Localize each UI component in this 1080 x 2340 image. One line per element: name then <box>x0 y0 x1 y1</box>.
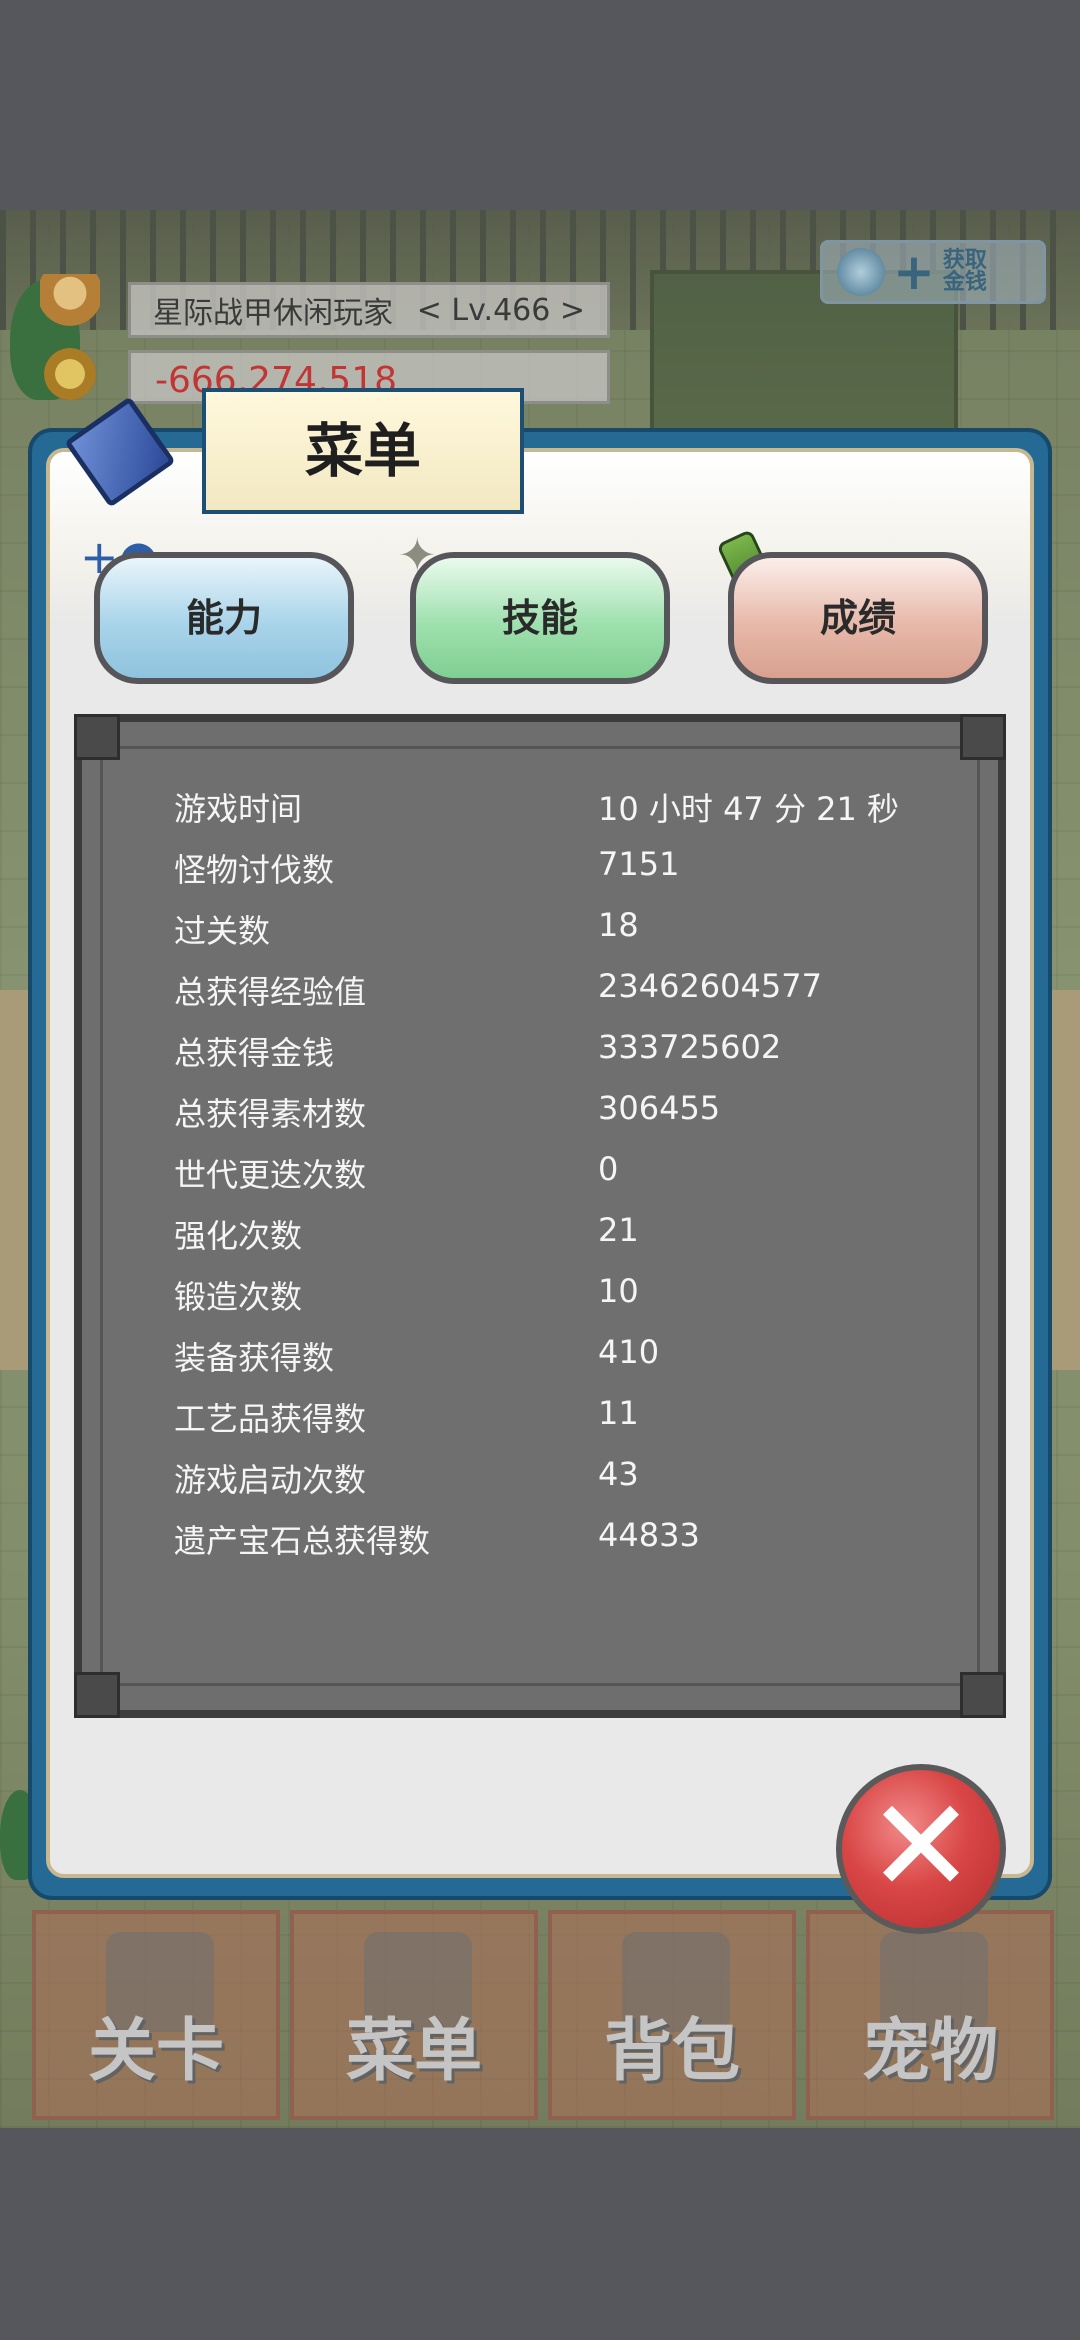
stat-label: 总获得素材数 <box>174 1095 367 1133</box>
stat-value: 43 <box>598 1455 639 1493</box>
stat-label: 工艺品获得数 <box>174 1400 367 1438</box>
close-icon: ✕ <box>866 1770 976 1922</box>
stat-label: 总获得经验值 <box>174 973 367 1011</box>
stat-label: 锻造次数 <box>174 1278 303 1316</box>
stat-value: 306455 <box>598 1089 721 1127</box>
stat-value: 10 <box>598 1272 639 1310</box>
stat-label: 遗产宝石总获得数 <box>174 1522 431 1560</box>
stat-row: 游戏启动次数 43 <box>174 1455 934 1513</box>
stat-row: 装备获得数 410 <box>174 1333 934 1391</box>
stat-value: 23462604577 <box>598 967 822 1005</box>
stat-row: 遗产宝石总获得数 44833 <box>174 1516 934 1574</box>
stat-row: 总获得金钱 333725602 <box>174 1028 934 1086</box>
stat-row: 过关数 18 <box>174 906 934 964</box>
menu-title: 菜单 <box>202 388 524 514</box>
stat-label: 过关数 <box>174 912 271 950</box>
stat-value: 333725602 <box>598 1028 782 1066</box>
stat-row: 世代更迭次数 0 <box>174 1150 934 1208</box>
stat-row: 游戏时间 10 小时 47 分 21 秒 <box>174 784 934 842</box>
stats-panel: 游戏时间 10 小时 47 分 21 秒怪物讨伐数 7151 过关数 18 总获得经验值 2… <box>74 714 1006 1718</box>
stat-row: 工艺品获得数 11 <box>174 1394 934 1452</box>
stat-value: 18 <box>598 906 639 944</box>
game-scene: 星际战甲休闲玩家 < Lv.466 > -666,274,518 + 获取金钱 … <box>0 210 1080 2128</box>
panel-corner <box>74 1672 120 1718</box>
stat-row: 总获得经验值 23462604577 <box>174 967 934 1025</box>
panel-corner <box>960 1672 1006 1718</box>
stat-row: 怪物讨伐数 7151 <box>174 845 934 903</box>
stat-value: 44833 <box>598 1516 700 1554</box>
stat-value: 7151 <box>598 845 680 883</box>
stat-value: 11 <box>598 1394 639 1432</box>
stat-value: 410 <box>598 1333 660 1371</box>
stat-label: 装备获得数 <box>174 1339 335 1377</box>
stat-label: 游戏启动次数 <box>174 1461 367 1499</box>
stat-value: 21 <box>598 1211 639 1249</box>
stat-label: 强化次数 <box>174 1217 303 1255</box>
tab-skill[interactable]: 技能 <box>410 552 670 684</box>
tab-record[interactable]: 成绩 <box>728 552 988 684</box>
stat-value: 0 <box>598 1150 619 1188</box>
panel-corner <box>74 714 120 760</box>
stat-value: 10 小时 47 分 21 秒 <box>598 790 900 828</box>
stat-label: 怪物讨伐数 <box>174 851 335 889</box>
stat-row: 强化次数 21 <box>174 1211 934 1269</box>
stat-row: 锻造次数 10 <box>174 1272 934 1330</box>
stat-row: 总获得素材数 306455 <box>174 1089 934 1147</box>
stat-label: 世代更迭次数 <box>174 1156 367 1194</box>
tab-ability[interactable]: 能力 <box>94 552 354 684</box>
stat-label: 总获得金钱 <box>174 1034 335 1072</box>
stat-label: 游戏时间 <box>174 790 303 828</box>
panel-corner <box>960 714 1006 760</box>
close-button[interactable]: ✕ <box>836 1764 1006 1934</box>
